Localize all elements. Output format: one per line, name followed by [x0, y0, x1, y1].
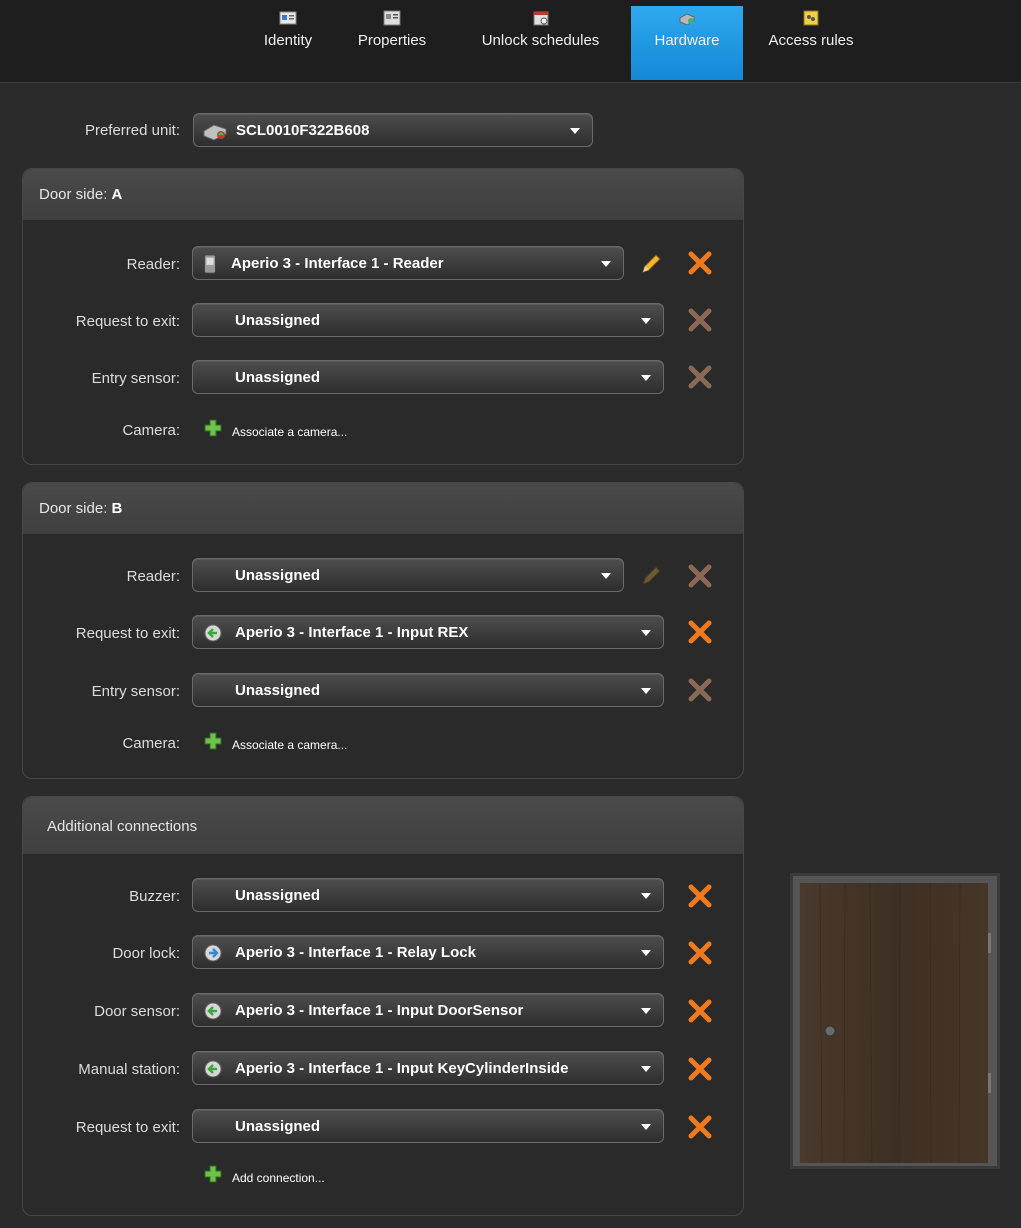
plus-icon[interactable] [203, 731, 223, 751]
door-illustration [790, 873, 1000, 1169]
chevron-down-icon [641, 375, 651, 381]
door-a-entry-sensor-dropdown[interactable]: Unassigned [192, 360, 664, 394]
entry-sensor-label: Entry sensor: [91, 683, 180, 700]
chevron-down-icon [641, 630, 651, 636]
calendar-icon [533, 11, 548, 26]
tab-bar: Identity Properties Unlock schedules Har… [0, 0, 1021, 83]
dropdown-value: Aperio 3 - Interface 1 - Input DoorSenso… [235, 1002, 524, 1019]
tab-label: Access rules [768, 32, 854, 49]
hardware-unit-icon [679, 13, 695, 26]
manual-station-dropdown[interactable]: Aperio 3 - Interface 1 - Input KeyCylind… [192, 1051, 664, 1085]
chevron-down-icon [641, 950, 651, 956]
remove-icon[interactable] [687, 1114, 713, 1140]
dropdown-value: Unassigned [235, 887, 321, 904]
request-to-exit-label: Request to exit: [75, 625, 180, 642]
chevron-down-icon [601, 261, 611, 267]
preferred-unit-value: SCL0010F322B608 [236, 122, 370, 139]
dropdown-value: Unassigned [235, 312, 321, 329]
dropdown-value: Unassigned [235, 1118, 321, 1135]
tab-label: Unlock schedules [481, 32, 600, 49]
dropdown-value: Aperio 3 - Interface 1 - Reader [231, 255, 444, 272]
dropdown-value: Aperio 3 - Interface 1 - Relay Lock [235, 944, 476, 961]
door-lock-dropdown[interactable]: Aperio 3 - Interface 1 - Relay Lock [192, 935, 664, 969]
group-title: Additional connections [47, 818, 198, 835]
door-a-request-to-exit-dropdown[interactable]: Unassigned [192, 303, 664, 337]
hardware-unit-icon [203, 124, 227, 141]
remove-icon[interactable] [687, 1056, 713, 1082]
tab-properties[interactable]: Properties [343, 6, 441, 78]
chevron-down-icon [641, 318, 651, 324]
remove-icon[interactable] [687, 677, 713, 703]
group-header: Additional connections [23, 797, 743, 853]
chevron-down-icon [641, 1066, 651, 1072]
camera-label: Camera: [122, 422, 180, 439]
group-title: Door side: B [39, 500, 123, 517]
remove-icon[interactable] [687, 619, 713, 645]
door-a-reader-dropdown[interactable]: Aperio 3 - Interface 1 - Reader [192, 246, 624, 280]
preferred-unit-dropdown[interactable]: SCL0010F322B608 [193, 113, 593, 147]
buzzer-dropdown[interactable]: Unassigned [192, 878, 664, 912]
remove-icon[interactable] [687, 563, 713, 589]
tab-identity[interactable]: Identity [248, 6, 328, 78]
group-header: Door side: B [23, 483, 743, 533]
edit-pencil-icon[interactable] [639, 252, 663, 276]
tab-label: Identity [263, 32, 313, 49]
camera-label: Camera: [122, 735, 180, 752]
chevron-down-icon [601, 573, 611, 579]
plus-icon[interactable] [203, 418, 223, 438]
identity-card-icon [279, 11, 297, 25]
dropdown-value: Aperio 3 - Interface 1 - Input KeyCylind… [235, 1060, 569, 1077]
door-sensor-label: Door sensor: [94, 1003, 180, 1020]
output-arrow-icon [204, 944, 222, 962]
door-b-entry-sensor-dropdown[interactable]: Unassigned [192, 673, 664, 707]
reader-label: Reader: [126, 568, 180, 585]
plus-icon[interactable] [203, 1164, 223, 1184]
door-b-request-to-exit-dropdown[interactable]: Aperio 3 - Interface 1 - Input REX [192, 615, 664, 649]
door-sensor-dropdown[interactable]: Aperio 3 - Interface 1 - Input DoorSenso… [192, 993, 664, 1027]
manual-station-label: Manual station: [78, 1061, 180, 1078]
access-rules-icon [803, 10, 819, 26]
tab-hardware[interactable]: Hardware [631, 6, 743, 80]
request-to-exit-label: Request to exit: [75, 313, 180, 330]
dropdown-value: Unassigned [235, 567, 321, 584]
reader-label: Reader: [126, 256, 180, 273]
buzzer-label: Buzzer: [129, 888, 180, 905]
request-to-exit-label: Request to exit: [75, 1119, 180, 1136]
remove-icon[interactable] [687, 998, 713, 1024]
add-connection-link[interactable]: Add connection... [232, 1171, 325, 1185]
chevron-down-icon [641, 1124, 651, 1130]
input-arrow-icon [204, 1060, 222, 1078]
remove-icon[interactable] [687, 883, 713, 909]
input-arrow-icon [204, 1002, 222, 1020]
group-header: Door side: A [23, 169, 743, 219]
chevron-down-icon [641, 688, 651, 694]
remove-icon[interactable] [687, 364, 713, 390]
remove-icon[interactable] [687, 250, 713, 276]
chevron-down-icon [641, 1008, 651, 1014]
input-arrow-icon [204, 624, 222, 642]
dropdown-value: Unassigned [235, 682, 321, 699]
chevron-down-icon [641, 893, 651, 899]
associate-camera-link[interactable]: Associate a camera... [232, 738, 347, 752]
tab-access-rules[interactable]: Access rules [752, 6, 870, 78]
preferred-unit-label: Preferred unit: [84, 122, 180, 139]
edit-pencil-icon[interactable] [639, 564, 663, 588]
group-title: Door side: A [39, 186, 123, 203]
tab-label: Properties [357, 32, 427, 49]
door-lock-label: Door lock: [112, 945, 180, 962]
additional-request-to-exit-dropdown[interactable]: Unassigned [192, 1109, 664, 1143]
chevron-down-icon [570, 128, 580, 134]
card-reader-icon [204, 254, 216, 274]
dropdown-value: Aperio 3 - Interface 1 - Input REX [235, 624, 469, 641]
associate-camera-link[interactable]: Associate a camera... [232, 425, 347, 439]
remove-icon[interactable] [687, 307, 713, 333]
properties-icon [383, 10, 401, 26]
dropdown-value: Unassigned [235, 369, 321, 386]
entry-sensor-label: Entry sensor: [91, 370, 180, 387]
remove-icon[interactable] [687, 940, 713, 966]
tab-unlock-schedules[interactable]: Unlock schedules [459, 6, 622, 78]
tab-label: Hardware [654, 32, 720, 49]
door-b-reader-dropdown[interactable]: Unassigned [192, 558, 624, 592]
